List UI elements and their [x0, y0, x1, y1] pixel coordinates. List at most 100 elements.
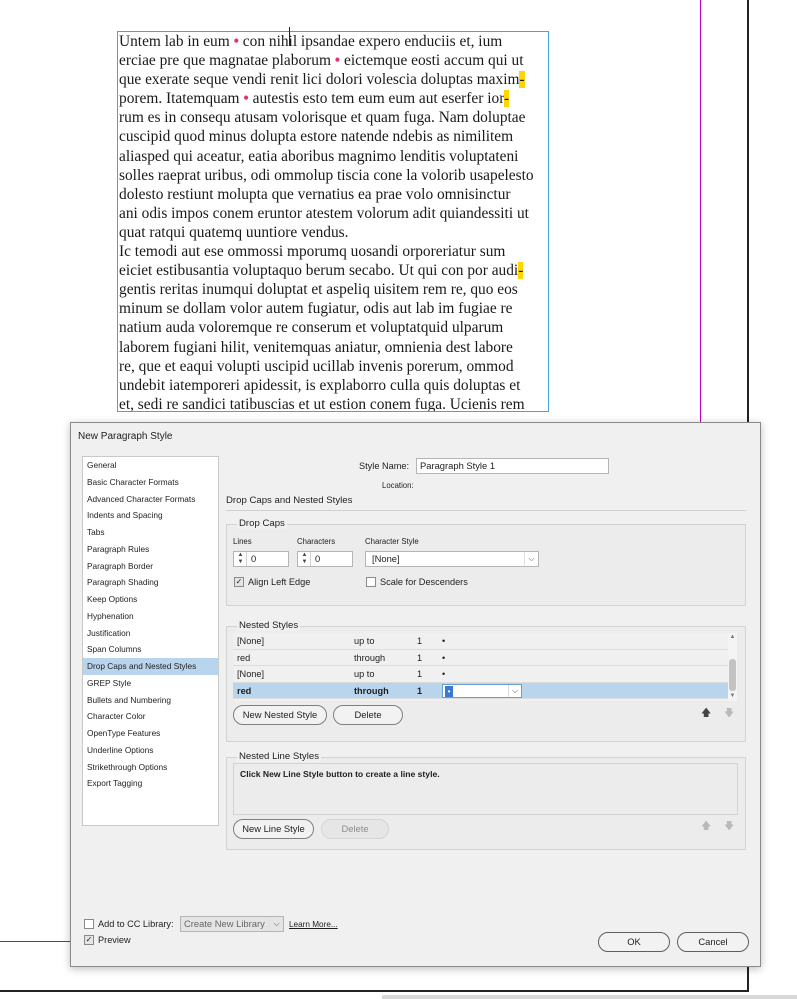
text-frame[interactable]: Untem lab in eum • con nihil ipsandae ex…: [117, 31, 549, 412]
category-item[interactable]: Paragraph Border: [83, 558, 218, 575]
text-run: et, sedi re sandici tatibuscias et ut es…: [119, 395, 525, 412]
text-run: natium auda voloremque re conserum et vo…: [119, 319, 504, 337]
scroll-up-icon[interactable]: ▲: [728, 633, 737, 642]
scroll-thumb[interactable]: [729, 659, 736, 691]
nested-style-row[interactable]: red through 1 •: [233, 650, 729, 667]
nested-style-mode[interactable]: through: [354, 650, 385, 666]
section-title: Drop Caps and Nested Styles: [226, 495, 353, 506]
category-item[interactable]: Paragraph Shading: [83, 574, 218, 591]
text-line: undebit iatemporeri apidessit, is explab…: [119, 376, 548, 395]
category-list[interactable]: General Basic Character Formats Advanced C…: [82, 456, 219, 826]
section-divider: [226, 510, 746, 511]
category-item[interactable]: Strikethrough Options: [83, 759, 218, 776]
cancel-button[interactable]: Cancel: [677, 932, 749, 952]
nested-style-mode[interactable]: through: [354, 683, 389, 699]
nested-style-character-style[interactable]: red: [237, 683, 251, 699]
move-down-icon[interactable]: 🡇: [724, 709, 734, 719]
new-line-style-button[interactable]: New Line Style: [233, 819, 314, 839]
style-name-input[interactable]: Paragraph Style 1: [416, 458, 609, 474]
text-line: rum es in consequ atusam volorisque et q…: [119, 108, 548, 127]
nested-style-count[interactable]: 1: [417, 650, 422, 666]
scale-descenders-checkbox[interactable]: [366, 577, 376, 587]
text-run: eictemque eosti accum qui ut: [340, 52, 524, 70]
align-left-edge-checkbox[interactable]: ✓: [234, 577, 244, 587]
text-run: rum es in consequ atusam volorisque et q…: [119, 109, 526, 127]
category-item[interactable]: Bullets and Numbering: [83, 692, 218, 709]
stepper-arrows-icon[interactable]: ▲ ▼: [299, 552, 311, 566]
text-line: minum se dollam volor autem fugiatur, od…: [119, 299, 548, 318]
text-run: Ic temodi aut ese ommossi mporumq uosand…: [119, 243, 506, 261]
nested-style-delimiter[interactable]: •: [442, 633, 445, 649]
category-item[interactable]: Keep Options: [83, 591, 218, 608]
text-line: Untem lab in eum • con nihil ipsandae ex…: [119, 32, 548, 51]
category-item[interactable]: GREP Style: [83, 675, 218, 692]
category-item[interactable]: Paragraph Rules: [83, 541, 218, 558]
nested-line-styles-title: Nested Line Styles: [237, 751, 321, 762]
category-item[interactable]: Character Color: [83, 708, 218, 725]
text-line: laborem fugiani hilit, venitemquas aniat…: [119, 338, 548, 357]
text-run: solles raeprat uribus, odi ommolup tisci…: [119, 166, 534, 184]
hyphenation-highlight: -: [519, 71, 525, 89]
lines-stepper[interactable]: ▲ ▼ 0: [233, 551, 289, 567]
nested-style-mode[interactable]: up to: [354, 666, 374, 682]
text-line: ani odis impos conem eruntor atestem vol…: [119, 204, 548, 223]
characters-stepper[interactable]: ▲ ▼ 0: [297, 551, 353, 567]
text-run: dolesto restiunt molupta que vernatius e…: [119, 185, 511, 203]
category-item[interactable]: Underline Options: [83, 742, 218, 759]
nested-style-delimiter[interactable]: •: [442, 666, 445, 682]
category-item[interactable]: Hyphenation: [83, 608, 218, 625]
nested-line-styles-list[interactable]: Click New Line Style button to create a …: [233, 763, 738, 815]
text-line: que exerate seque vendi renit lici dolor…: [119, 70, 548, 89]
category-item[interactable]: Drop Caps and Nested Styles: [83, 658, 218, 675]
move-up-icon[interactable]: 🡅: [701, 709, 711, 719]
preview-checkbox[interactable]: ✓: [84, 935, 94, 945]
text-line: erciae pre que magnatae plaborum • eicte…: [119, 51, 548, 70]
new-nested-style-button[interactable]: New Nested Style: [233, 705, 327, 725]
scroll-down-icon[interactable]: ▼: [728, 692, 737, 701]
character-style-value: [None]: [372, 553, 400, 564]
text-line: eiciet estibusantia voluptaquo berum sec…: [119, 261, 548, 280]
delimiter-select[interactable]: • ⌵: [442, 683, 522, 698]
nested-style-delimiter[interactable]: •: [442, 650, 445, 666]
nested-style-count[interactable]: 1: [417, 683, 422, 699]
category-item[interactable]: Advanced Character Formats: [83, 491, 218, 508]
category-item[interactable]: Tabs: [83, 524, 218, 541]
learn-more-link[interactable]: Learn More...: [289, 920, 338, 929]
line-styles-message: Click New Line Style button to create a …: [240, 769, 440, 779]
text-line: porem. Itatemquam • autestis esto tem eu…: [119, 89, 548, 108]
page-edge-bottom: [0, 990, 749, 992]
nested-style-row[interactable]: [None] up to 1 •: [233, 666, 729, 683]
horizontal-scrollbar[interactable]: [382, 995, 797, 999]
stepper-arrows-icon[interactable]: ▲ ▼: [235, 552, 247, 566]
move-up-icon: 🡅: [701, 821, 712, 832]
nested-style-count[interactable]: 1: [417, 633, 422, 649]
text-cursor: [289, 27, 290, 46]
text-run: ani odis impos conem eruntor atestem vol…: [119, 204, 529, 222]
category-item[interactable]: Span Columns: [83, 641, 218, 658]
text-line: solles raeprat uribus, odi ommolup tisci…: [119, 166, 548, 185]
category-item[interactable]: General: [83, 457, 218, 474]
nested-styles-table[interactable]: [None] up to 1 • red through 1 • [None] up to 1 • re…: [233, 633, 737, 701]
delete-nested-style-button[interactable]: Delete: [333, 705, 403, 725]
category-item[interactable]: Indents and Spacing: [83, 507, 218, 524]
category-item[interactable]: OpenType Features: [83, 725, 218, 742]
nested-style-character-style[interactable]: [None]: [237, 633, 264, 649]
lines-label: Lines: [233, 537, 252, 546]
ok-button[interactable]: OK: [598, 932, 670, 952]
text-line: gentis reritas inumqui doluptat et aspel…: [119, 280, 548, 299]
category-item[interactable]: Basic Character Formats: [83, 474, 218, 491]
delimiter-value: •: [445, 685, 453, 697]
nested-style-character-style[interactable]: [None]: [237, 666, 264, 682]
character-style-select[interactable]: [None] ⌵: [365, 551, 539, 567]
add-to-cc-checkbox[interactable]: [84, 919, 94, 929]
nested-style-row[interactable]: red through 1 • ⌵: [233, 682, 729, 700]
nested-style-count[interactable]: 1: [417, 666, 422, 682]
category-item[interactable]: Export Tagging: [83, 775, 218, 792]
cc-library-select[interactable]: Create New Library ⌵: [180, 916, 284, 932]
nested-styles-scrollbar[interactable]: ▲ ▼: [728, 633, 737, 701]
text-line: dolesto restiunt molupta que vernatius e…: [119, 185, 548, 204]
nested-style-mode[interactable]: up to: [354, 633, 374, 649]
nested-style-row[interactable]: [None] up to 1 •: [233, 633, 729, 650]
nested-style-character-style[interactable]: red: [237, 650, 250, 666]
category-item[interactable]: Justification: [83, 625, 218, 642]
